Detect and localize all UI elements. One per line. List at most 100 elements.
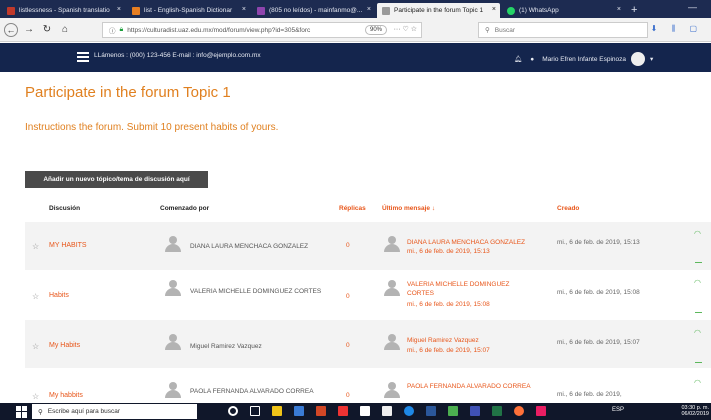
user-menu-caret-icon[interactable]: ▾ bbox=[650, 55, 653, 63]
started-by-name[interactable]: Miguel Ramirez Vazquez bbox=[190, 342, 360, 352]
cortana-icon[interactable] bbox=[228, 406, 238, 416]
drive-icon[interactable] bbox=[448, 406, 458, 416]
last-post-author[interactable]: PAOLA FERNANDA ALVARADO CORREA bbox=[407, 382, 537, 391]
minimize-window-icon[interactable]: — bbox=[688, 2, 697, 12]
star-icon[interactable]: ☆ bbox=[32, 342, 39, 351]
store-icon[interactable] bbox=[272, 406, 282, 416]
browser-tab[interactable]: (1) WhatsApp × bbox=[502, 3, 625, 18]
discussion-link[interactable]: My habbits bbox=[49, 392, 83, 399]
messages-chat-icon[interactable]: ● bbox=[530, 56, 534, 63]
replies-count[interactable]: 0 bbox=[346, 293, 350, 300]
subscribe-indicator bbox=[695, 362, 702, 363]
tray-language[interactable]: ESP bbox=[612, 407, 624, 413]
tab-favicon-icon bbox=[507, 6, 515, 15]
excel-icon[interactable] bbox=[492, 406, 502, 416]
toolbar-icons[interactable]: ⬇ ⫼ ▢ bbox=[651, 24, 703, 34]
photos-icon[interactable] bbox=[360, 406, 370, 416]
new-tab-button[interactable]: + bbox=[631, 4, 637, 16]
column-header-created[interactable]: Creado bbox=[557, 205, 579, 212]
close-tab-icon[interactable]: × bbox=[242, 6, 246, 13]
edge-icon[interactable] bbox=[404, 406, 414, 416]
last-post-date[interactable]: mi., 6 de feb. de 2019, 15:07 bbox=[407, 346, 557, 355]
started-by-name[interactable]: DIANA LAURA MENCHACA GONZALEZ bbox=[190, 242, 360, 252]
clock-date: 06/02/2019 bbox=[681, 411, 709, 417]
firefox-icon[interactable] bbox=[514, 406, 524, 416]
reload-icon[interactable]: ↻ bbox=[40, 23, 54, 37]
last-post-author[interactable]: VALERIA MICHELLE DOMINGUEZ CORTES bbox=[407, 280, 537, 298]
tab-label: listlessness - Spanish translatio bbox=[19, 7, 110, 14]
avatar bbox=[384, 334, 400, 350]
last-post-author[interactable]: DIANA LAURA MENCHACA GONZALEZ bbox=[407, 238, 557, 247]
page-actions-icon[interactable]: ··· ♡ ☆ bbox=[394, 25, 417, 33]
menu-icon[interactable] bbox=[77, 52, 89, 62]
tab-favicon-icon bbox=[7, 6, 15, 15]
discussion-link[interactable]: MY HABITS bbox=[49, 242, 87, 249]
avatar bbox=[384, 236, 400, 252]
column-header-last-post[interactable]: Último mensaje ↓ bbox=[382, 205, 435, 212]
windows-start-icon[interactable] bbox=[16, 405, 28, 418]
column-header-started-by[interactable]: Comenzado por bbox=[160, 205, 209, 212]
column-header-discussion[interactable]: Discusión bbox=[49, 205, 80, 212]
subscribe-toggle-icon[interactable]: ◠ bbox=[694, 378, 701, 387]
document-icon[interactable] bbox=[382, 406, 392, 416]
close-tab-icon[interactable]: × bbox=[367, 6, 371, 13]
replies-count[interactable]: 0 bbox=[346, 342, 350, 349]
taskbar-clock[interactable]: 03:30 p. m. 06/02/2019 bbox=[681, 405, 709, 417]
mail-app-icon[interactable] bbox=[536, 406, 546, 416]
app-icon[interactable] bbox=[470, 406, 480, 416]
last-post-date[interactable]: mi., 6 de feb. de 2019, 15:08 bbox=[407, 300, 557, 309]
star-icon[interactable]: ☆ bbox=[32, 292, 39, 301]
close-tab-icon[interactable]: × bbox=[617, 6, 621, 13]
started-by-name[interactable]: VALERIA MICHELLE DOMINGUEZ CORTES bbox=[190, 287, 330, 297]
browser-tab-active[interactable]: Participate in the forum Topic 1 × bbox=[377, 3, 500, 18]
subscribe-toggle-icon[interactable]: ◠ bbox=[694, 278, 701, 287]
close-tab-icon[interactable]: × bbox=[117, 6, 121, 13]
lock-icon: 🔒︎ bbox=[119, 26, 124, 33]
column-header-replies[interactable]: Réplicas bbox=[339, 205, 366, 212]
discussion-link[interactable]: My Habits bbox=[49, 342, 80, 349]
address-bar[interactable]: ⓘ 🔒︎ https://culturadist.uaz.edu.mx/mod/… bbox=[102, 22, 422, 38]
tab-label: (805 no leídos) - mainfanmo@... bbox=[269, 7, 363, 14]
created-date: mi., 6 de feb. de 2019, 15:07 bbox=[557, 339, 640, 346]
mail-icon[interactable] bbox=[338, 406, 348, 416]
user-avatar[interactable] bbox=[631, 52, 646, 66]
browser-search-box[interactable]: ⚲ Buscar bbox=[478, 22, 648, 38]
star-icon[interactable]: ☆ bbox=[32, 392, 39, 401]
discussion-link[interactable]: Habits bbox=[49, 292, 69, 299]
tab-label: list - English-Spanish Dictionar bbox=[144, 7, 233, 14]
back-arrow-icon[interactable]: ← bbox=[4, 22, 18, 37]
last-post-date[interactable]: mi., 6 de feb. de 2019, 15:13 bbox=[407, 247, 557, 256]
last-post-author[interactable]: Miguel Ramirez Vazquez bbox=[407, 336, 557, 345]
avatar bbox=[165, 236, 181, 252]
forward-arrow-icon[interactable]: → bbox=[22, 23, 36, 37]
browser-tab[interactable]: (805 no leídos) - mainfanmo@... × bbox=[252, 3, 375, 18]
zoom-level[interactable]: 90% bbox=[364, 25, 387, 35]
subscribe-toggle-icon[interactable]: ◠ bbox=[694, 328, 701, 337]
forum-instructions: Instructions the forum. Submit 10 presen… bbox=[25, 122, 279, 133]
info-icon[interactable]: ⓘ bbox=[109, 25, 116, 35]
browser-navigation-bar: ← → ↻ ⌂ ⓘ 🔒︎ https://culturadist.uaz.edu… bbox=[0, 18, 711, 42]
tab-favicon-icon bbox=[257, 6, 265, 15]
user-menu[interactable]: 🔔︎ ● Mario Efren Infante Espinoza ▾ bbox=[514, 52, 653, 66]
browser-tab[interactable]: listlessness - Spanish translatio × bbox=[2, 3, 125, 18]
word-icon[interactable] bbox=[426, 406, 436, 416]
replies-count[interactable]: 0 bbox=[346, 392, 350, 399]
task-view-icon[interactable] bbox=[250, 406, 260, 416]
file-explorer-icon[interactable] bbox=[294, 406, 304, 416]
taskbar-search-box[interactable]: ⚲ Escribe aquí para buscar bbox=[32, 404, 197, 419]
search-icon: ⚲ bbox=[38, 408, 43, 416]
contact-info: LLámenos : (000) 123-456 E-mail : info@e… bbox=[94, 52, 261, 59]
replies-count[interactable]: 0 bbox=[346, 242, 350, 249]
taskbar-apps bbox=[228, 406, 558, 416]
user-name: Mario Efren Infante Espinoza bbox=[542, 55, 627, 63]
notifications-bell-icon[interactable]: 🔔︎ bbox=[514, 55, 522, 63]
home-icon[interactable]: ⌂ bbox=[58, 23, 72, 37]
avatar bbox=[384, 280, 400, 296]
started-by-name[interactable]: PAOLA FERNANDA ALVARADO CORREA bbox=[190, 387, 330, 397]
close-tab-icon[interactable]: × bbox=[492, 6, 496, 13]
subscribe-toggle-icon[interactable]: ◠ bbox=[694, 229, 701, 238]
browser-tab[interactable]: list - English-Spanish Dictionar × bbox=[127, 3, 250, 18]
star-icon[interactable]: ☆ bbox=[32, 242, 39, 251]
add-discussion-button[interactable]: Añadir un nuevo tópico/tema de discusión… bbox=[25, 171, 208, 188]
powerpoint-icon[interactable] bbox=[316, 406, 326, 416]
